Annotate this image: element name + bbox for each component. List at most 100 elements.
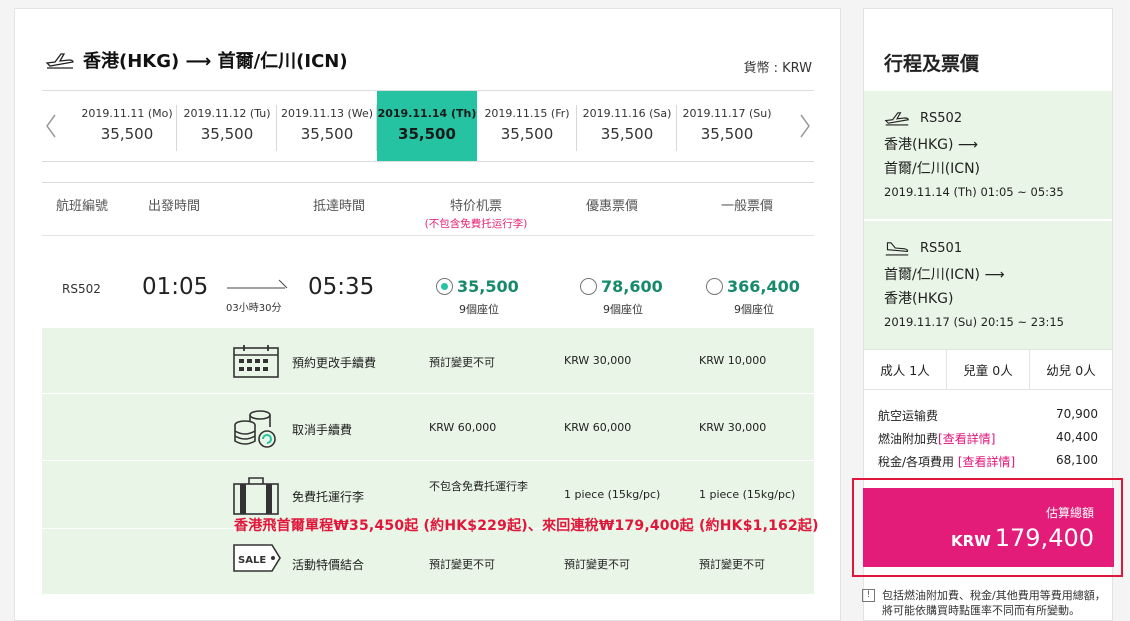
currency-label: 貨幣 : KRW (743, 61, 812, 76)
total-highlight-frame: 估算總額 KRW 179,400 (852, 478, 1123, 577)
date-tab[interactable]: 2019.11.15 (Fr) 35,500 (477, 91, 577, 161)
date-tab[interactable]: 2019.11.16 (Sa) 35,500 (577, 91, 677, 161)
fare-table-header: 航班編號 出發時間 抵達時間 特价机票 (不包含免費托运行李) 優惠票價 一般票… (42, 182, 814, 236)
adult-count: 成人 1人 (864, 350, 947, 389)
date-tab-price: 35,500 (600, 125, 654, 143)
segment-route: 首爾/仁川(ICN) ⟶ 香港(HKG) (884, 263, 1005, 311)
fuel-details-link[interactable]: [查看詳情] (938, 432, 995, 446)
tax-details-link[interactable]: [查看詳情] (958, 455, 1015, 469)
sale-badge-text: SALE (238, 555, 266, 566)
date-tab-date: 2019.11.13 (We) (280, 107, 374, 120)
date-tab-date: 2019.11.15 (Fr) (484, 107, 570, 120)
date-tab[interactable]: 2019.11.11 (Mo) 35,500 (77, 91, 177, 161)
price-notice: ! 包括燃油附加費、稅金/其他費用等費用總額，將可能依購買時點匯率不同而有所變動… (862, 588, 1110, 618)
date-tab-selected[interactable]: 2019.11.14 (Th) 35,500 (377, 91, 477, 161)
departure-plane-icon (884, 112, 909, 126)
summary-title: 行程及票價 (884, 53, 980, 75)
col-special-fare: 特价机票 (不包含免費托运行李) (416, 195, 536, 231)
calendar-icon (233, 345, 279, 378)
discount-fare-option[interactable]: 78,600 (580, 277, 663, 296)
infant-count: 幼兒 0人 (1046, 363, 1096, 378)
passenger-counts: 成人 1人 兒童 0人 幼兒 0人 (864, 349, 1112, 390)
rule-label: 預約更改手續費 (292, 356, 377, 370)
prev-dates-button[interactable] (40, 109, 62, 143)
segment-flight-number: RS501 (920, 240, 963, 256)
rule-value: 1 piece (15kg/pc) (699, 488, 796, 501)
rule-value: KRW 60,000 (564, 421, 632, 434)
date-tab-date: 2019.11.12 (Tu) (183, 107, 271, 120)
fare-rules: 預約更改手續費 預訂變更不可 KRW 30,000 KRW 10,000 取消手… (42, 328, 814, 594)
flight-row: RS502 01:05 03小時30分 05:35 35,500 9個座位 78… (42, 236, 814, 328)
price-notice-text: 包括燃油附加費、稅金/其他費用等費用總額，將可能依購買時點匯率不同而有所變動。 (882, 589, 1106, 617)
sale-tag-icon: SALE (233, 544, 281, 572)
rule-value: KRW 10,000 (699, 354, 767, 367)
col-special-fare-note: (不包含免費托运行李) (424, 218, 528, 230)
date-selector: 2019.11.11 (Mo) 35,500 2019.11.12 (Tu) 35,… (42, 90, 814, 162)
promo-overlay-caption: 香港飛首爾單程₩35,450起 (約HK$229起)、來回連稅₩179,400起… (234, 518, 819, 534)
info-icon: ! (862, 589, 875, 602)
cost-value: 68,100 (1056, 453, 1098, 467)
flight-duration: 03小時30分 (226, 303, 282, 314)
cost-label: 航空运输费 (878, 409, 939, 423)
route-title: 香港(HKG) ⟶ 首爾/仁川(ICN) (83, 51, 348, 72)
next-dates-button[interactable] (794, 109, 816, 143)
date-tab[interactable]: 2019.11.13 (We) 35,500 (277, 91, 377, 161)
segment-route-to: 香港(HKG) (884, 291, 954, 307)
chevron-left-icon (46, 114, 56, 138)
rule-value: KRW 30,000 (699, 421, 767, 434)
date-tab-price: 35,500 (398, 125, 456, 143)
segment-route-from: 香港(HKG) ⟶ (884, 137, 979, 153)
departure-time: 01:05 (142, 274, 209, 300)
col-arrival-time: 抵達時間 (313, 199, 366, 214)
discount-fare-seats: 9個座位 (603, 303, 643, 316)
total-value: 179,400 (994, 524, 1094, 552)
rule-row-cancel-fee: 取消手續費 KRW 60,000 KRW 60,000 KRW 30,000 (42, 394, 814, 461)
total-currency: KRW (951, 532, 991, 550)
date-tab-date: 2019.11.17 (Su) (682, 107, 772, 120)
segment-flight: RS502 (884, 109, 962, 127)
date-tab-price: 35,500 (300, 125, 354, 143)
cost-value: 70,900 (1056, 407, 1098, 421)
rule-value: 預訂變更不可 (429, 356, 495, 369)
rule-label: 取消手續費 (292, 423, 353, 437)
segment-route-to: 首爾/仁川(ICN) (884, 161, 981, 177)
date-tab[interactable]: 2019.11.12 (Tu) 35,500 (177, 91, 277, 161)
col-departure-time: 出發時間 (148, 199, 201, 214)
arrival-time: 05:35 (308, 274, 375, 300)
cost-value: 40,400 (1056, 430, 1098, 444)
route-header: 香港(HKG) ⟶ 首爾/仁川(ICN) (45, 47, 348, 73)
date-tab-date: 2019.11.11 (Mo) (81, 107, 173, 120)
segment-time: 2019.11.14 (Th) 01:05 ~ 05:35 (884, 185, 1064, 199)
flight-arrow-icon (227, 279, 288, 289)
regular-fare-option[interactable]: 366,400 (706, 277, 800, 296)
rule-value: KRW 30,000 (564, 354, 632, 367)
radio-selected-icon[interactable] (436, 278, 453, 295)
special-fare-amount: 35,500 (457, 277, 519, 296)
date-tab-price: 35,500 (500, 125, 554, 143)
cost-breakdown: 航空运输费 70,900 燃油附加费[查看詳情] 40,400 稅金/各項費用 … (878, 407, 1098, 476)
total-label: 估算總額 (1045, 506, 1094, 520)
date-list: 2019.11.11 (Mo) 35,500 2019.11.12 (Tu) 35,… (77, 91, 777, 161)
radio-icon[interactable] (580, 278, 597, 295)
segment-outbound: RS502 香港(HKG) ⟶ 首爾/仁川(ICN) 2019.11.14 (T… (864, 91, 1112, 219)
rule-label: 免費托運行李 (292, 490, 365, 504)
rule-row-change-fee: 預約更改手續費 預訂變更不可 KRW 30,000 KRW 10,000 (42, 328, 814, 394)
date-tab[interactable]: 2019.11.17 (Su) 35,500 (677, 91, 777, 161)
rule-value: 1 piece (15kg/pc) (564, 488, 661, 501)
arrival-plane-icon (885, 242, 909, 256)
cost-row: 航空运输费 70,900 (878, 407, 1098, 430)
total-amount: KRW 179,400 (951, 524, 1094, 552)
date-tab-price: 35,500 (200, 125, 254, 143)
date-tab-date: 2019.11.14 (Th) (377, 107, 477, 120)
regular-fare-amount: 366,400 (727, 277, 800, 296)
radio-icon[interactable] (706, 278, 723, 295)
cost-row: 燃油附加费[查看詳情] 40,400 (878, 430, 1098, 453)
rule-value: 預訂變更不可 (429, 558, 495, 571)
discount-fare-amount: 78,600 (601, 277, 663, 296)
booking-page: 香港(HKG) ⟶ 首爾/仁川(ICN) 貨幣 : KRW 2019.11.11… (0, 0, 1130, 621)
cost-row: 稅金/各項費用 [查看詳情] 68,100 (878, 453, 1098, 476)
special-fare-option[interactable]: 35,500 (436, 277, 519, 296)
segment-route: 香港(HKG) ⟶ 首爾/仁川(ICN) (884, 133, 980, 181)
coins-icon (234, 410, 276, 448)
cost-label: 燃油附加费 (878, 432, 939, 446)
